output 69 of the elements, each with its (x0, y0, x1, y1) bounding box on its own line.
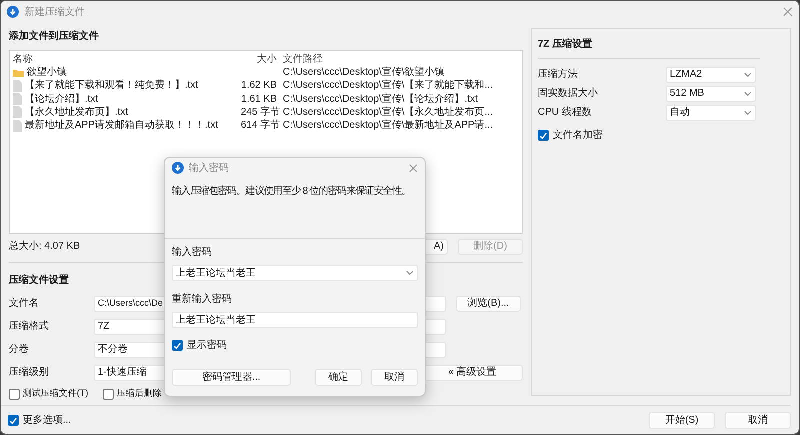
dialog-message: 输入压缩包密码。建议使用至少 8 位的密码来保证安全性。 (172, 184, 411, 199)
dialog-title: 输入密码 (189, 162, 229, 176)
file-name: 【来了就能下载和观看！纯免费！】.txt (25, 79, 198, 92)
checkbox[interactable] (103, 388, 114, 400)
field-label: 压缩级别 (9, 366, 50, 380)
password-field[interactable]: 上老王论坛当老王 (172, 312, 418, 328)
file-name: 欲望小镇 (27, 66, 67, 80)
check-icon (9, 416, 18, 424)
field-label: 文件名 (9, 296, 40, 311)
folder-icon (13, 68, 24, 78)
file-path: C:\Users\ccc\Desktop\宣传\【永久地址发布页... (283, 106, 494, 119)
window-title: 新建压缩文件 (25, 6, 85, 20)
column-header: 文件路径 (283, 53, 323, 66)
checkbox[interactable] (9, 388, 20, 400)
app-icon (7, 6, 19, 18)
check-icon (539, 132, 548, 140)
section-heading: 7Z 压缩设置 (538, 38, 592, 52)
checkbox-label: 测试压缩文件(T) (23, 387, 88, 400)
field-label: 输入密码 (172, 246, 213, 260)
chevron-icon (744, 90, 752, 96)
button[interactable]: 开始(S) (649, 412, 715, 429)
checkbox[interactable] (172, 340, 183, 351)
file-size: 1.62 KB (241, 79, 277, 92)
select-field[interactable]: LZMA2 (666, 66, 756, 82)
field-label: 分卷 (9, 343, 30, 357)
button[interactable]: 密码管理器... (172, 369, 291, 386)
file-icon (13, 120, 22, 132)
file-path: C:\Users\ccc\Desktop\宣传\【来了就能下载和... (283, 79, 494, 92)
total-size: 总大小: 4.07 KB (9, 240, 80, 254)
field-label: 压缩方法 (538, 68, 579, 82)
file-name: 最新地址及APP请发邮箱自动获取！！！.txt (25, 119, 218, 132)
field-label: 固实数据大小 (538, 86, 599, 101)
check-icon (173, 342, 182, 350)
checkbox[interactable] (8, 415, 19, 426)
checkbox-label: 更多选项... (23, 414, 72, 428)
field-label: 压缩格式 (9, 320, 50, 334)
file-icon (13, 80, 22, 92)
file-path: C:\Users\ccc\Desktop\宣传\欲望小镇 (283, 66, 445, 80)
field-label: 重新输入密码 (172, 292, 233, 307)
file-name: 【永久地址发布页】.txt (25, 106, 128, 119)
file-icon (13, 106, 22, 118)
app-icon (172, 162, 184, 174)
close-icon[interactable] (783, 7, 793, 17)
chevron-icon (744, 72, 752, 78)
file-icon (13, 93, 22, 106)
button: 删除(D) (458, 238, 523, 254)
file-name: 【论坛介绍】.txt (25, 92, 98, 106)
field-label: CPU 线程数 (538, 106, 593, 120)
button[interactable]: 确定 (315, 369, 362, 386)
file-path: C:\Users\ccc\Desktop\宣传\最新地址及APP请... (283, 119, 494, 132)
checkbox[interactable] (538, 130, 549, 141)
checkbox-label: 文件名加密 (553, 128, 603, 143)
chevron-icon (406, 270, 414, 276)
password-field[interactable]: 上老王论坛当老王 (172, 265, 418, 281)
button[interactable]: 取消 (725, 412, 791, 429)
button[interactable]: 取消 (371, 369, 418, 386)
select-field[interactable]: 512 MB (666, 86, 756, 102)
column-header: 大小 (256, 53, 277, 66)
close-icon[interactable] (409, 164, 418, 172)
section-heading: 添加文件到压缩文件 (9, 30, 99, 44)
checkbox-label: 显示密码 (187, 338, 227, 353)
select-field[interactable]: 自动 (666, 104, 756, 120)
file-path: C:\Users\ccc\Desktop\宣传\【论坛介绍】.txt (283, 92, 478, 106)
file-size: 1.61 KB (241, 92, 277, 106)
section-heading: 压缩文件设置 (9, 274, 69, 288)
checkbox-label: 压缩后删除 (117, 387, 162, 400)
column-header: 名称 (13, 53, 34, 66)
chevron-icon (744, 110, 752, 116)
browse-button[interactable]: 浏览(B)... (456, 296, 521, 312)
